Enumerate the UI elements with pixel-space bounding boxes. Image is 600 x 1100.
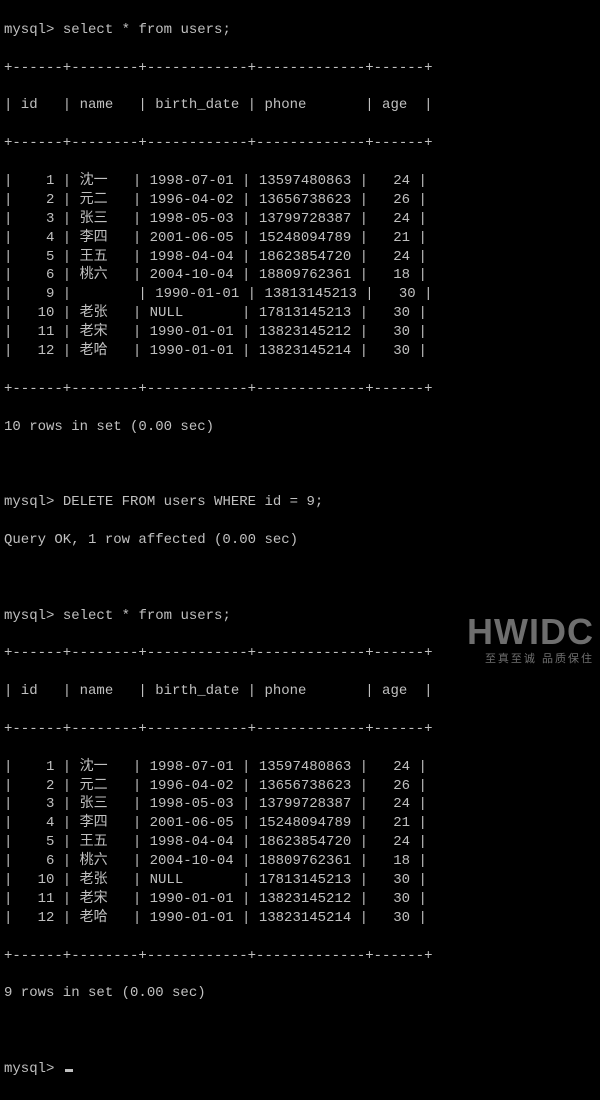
table-header: | id | name | birth_date | phone | age | [4, 682, 596, 701]
table-row: | 10 | 老张 | NULL | 17813145213 | 30 | [4, 871, 596, 890]
table-border: +------+--------+------------+----------… [4, 134, 596, 153]
blank-line [4, 455, 596, 474]
table-row: | 11 | 老宋 | 1990-01-01 | 13823145212 | 3… [4, 323, 596, 342]
table-row: | 12 | 老哈 | 1990-01-01 | 13823145214 | 3… [4, 909, 596, 928]
blank-line [4, 1022, 596, 1041]
query-ok: Query OK, 1 row affected (0.00 sec) [4, 531, 596, 550]
mysql-prompt: mysql> [4, 1061, 54, 1077]
mysql-prompt: mysql> [4, 608, 54, 624]
table-row: | 1 | 沈一 | 1998-07-01 | 13597480863 | 24… [4, 758, 596, 777]
prompt-line[interactable]: mysql> [4, 1060, 596, 1079]
table-row: | 9 | | 1990-01-01 | 13813145213 | 30 | [4, 285, 596, 304]
table-body-2: | 1 | 沈一 | 1998-07-01 | 13597480863 | 24… [4, 758, 596, 928]
table-row: | 4 | 李四 | 2001-06-05 | 15248094789 | 21… [4, 814, 596, 833]
table-header: | id | name | birth_date | phone | age | [4, 96, 596, 115]
table-border: +------+--------+------------+----------… [4, 947, 596, 966]
table-row: | 11 | 老宋 | 1990-01-01 | 13823145212 | 3… [4, 890, 596, 909]
table-body-1: | 1 | 沈一 | 1998-07-01 | 13597480863 | 24… [4, 172, 596, 361]
sql-query: select * from users; [63, 608, 231, 624]
table-row: | 2 | 元二 | 1996-04-02 | 13656738623 | 26… [4, 191, 596, 210]
table-row: | 5 | 王五 | 1998-04-04 | 18623854720 | 24… [4, 248, 596, 267]
summary-line: 9 rows in set (0.00 sec) [4, 984, 596, 1003]
prompt-line[interactable]: mysql> DELETE FROM users WHERE id = 9; [4, 493, 596, 512]
cursor-icon [65, 1069, 73, 1072]
prompt-line[interactable]: mysql> select * from users; [4, 21, 596, 40]
blank-line [4, 569, 596, 588]
table-border: +------+--------+------------+----------… [4, 380, 596, 399]
table-row: | 12 | 老哈 | 1990-01-01 | 13823145214 | 3… [4, 342, 596, 361]
table-border: +------+--------+------------+----------… [4, 644, 596, 663]
sql-query: DELETE FROM users WHERE id = 9; [63, 494, 323, 510]
terminal-output: mysql> select * from users; +------+----… [0, 0, 600, 1100]
table-row: | 6 | 桃六 | 2004-10-04 | 18809762361 | 18… [4, 266, 596, 285]
mysql-prompt: mysql> [4, 22, 54, 38]
table-row: | 2 | 元二 | 1996-04-02 | 13656738623 | 26… [4, 777, 596, 796]
table-row: | 5 | 王五 | 1998-04-04 | 18623854720 | 24… [4, 833, 596, 852]
table-row: | 3 | 张三 | 1998-05-03 | 13799728387 | 24… [4, 795, 596, 814]
table-row: | 3 | 张三 | 1998-05-03 | 13799728387 | 24… [4, 210, 596, 229]
table-row: | 1 | 沈一 | 1998-07-01 | 13597480863 | 24… [4, 172, 596, 191]
sql-query: select * from users; [63, 22, 231, 38]
table-row: | 6 | 桃六 | 2004-10-04 | 18809762361 | 18… [4, 852, 596, 871]
table-border: +------+--------+------------+----------… [4, 59, 596, 78]
mysql-prompt: mysql> [4, 494, 54, 510]
table-row: | 4 | 李四 | 2001-06-05 | 15248094789 | 21… [4, 229, 596, 248]
table-border: +------+--------+------------+----------… [4, 720, 596, 739]
summary-line: 10 rows in set (0.00 sec) [4, 418, 596, 437]
prompt-line[interactable]: mysql> select * from users; [4, 607, 596, 626]
table-row: | 10 | 老张 | NULL | 17813145213 | 30 | [4, 304, 596, 323]
